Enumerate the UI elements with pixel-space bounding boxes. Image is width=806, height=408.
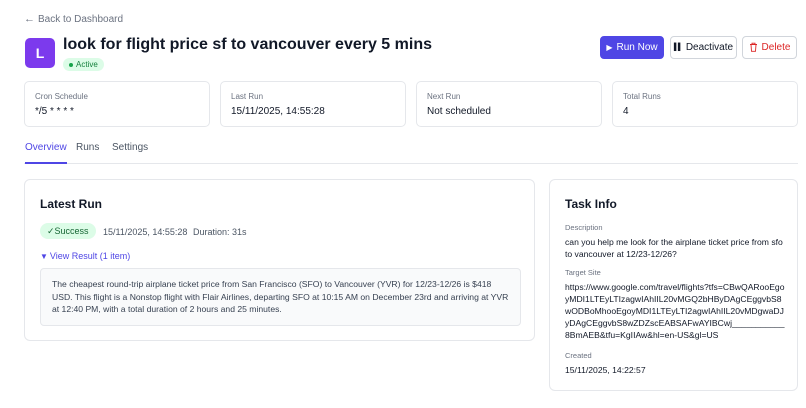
task-info-title: Task Info xyxy=(565,197,617,211)
stat-last-run: Last Run 15/11/2025, 14:55:28 xyxy=(220,81,406,127)
target-site-value: https://www.google.com/travel/flights?tf… xyxy=(565,282,785,340)
stat-value: 15/11/2025, 14:55:28 xyxy=(231,106,325,117)
run-result-text: The cheapest round-trip airplane ticket … xyxy=(40,268,521,326)
page-title: look for flight price sf to vancouver ev… xyxy=(63,36,432,53)
play-icon: ▶ xyxy=(606,43,613,52)
view-result-label: View Result (1 item) xyxy=(49,251,131,261)
delete-label: Delete xyxy=(761,42,791,53)
caret-down-icon: ▼ xyxy=(40,251,48,261)
stat-label: Last Run xyxy=(231,92,264,101)
stat-cron-schedule: Cron Schedule */5 * * * * xyxy=(24,81,210,127)
tab-settings[interactable]: Settings xyxy=(112,142,148,164)
back-to-dashboard-link[interactable]: ← Back to Dashboard xyxy=(24,13,123,25)
run-status-badge: ✓Success xyxy=(40,223,96,239)
back-label: Back to Dashboard xyxy=(38,13,124,25)
run-now-button[interactable]: ▶ Run Now xyxy=(600,36,664,59)
target-site-label: Target Site xyxy=(565,268,601,277)
status-badge: Active xyxy=(63,58,104,71)
deactivate-label: Deactivate xyxy=(685,42,734,53)
trash-icon xyxy=(749,42,758,54)
status-label: Active xyxy=(76,60,98,69)
run-timestamp: 15/11/2025, 14:55:28 xyxy=(103,227,188,237)
latest-run-card: Latest Run ✓Success 15/11/2025, 14:55:28… xyxy=(24,179,535,341)
status-dot-icon xyxy=(69,62,73,67)
description-label: Description xyxy=(565,223,603,232)
latest-run-title: Latest Run xyxy=(40,197,103,211)
view-result-toggle[interactable]: ▼ View Result (1 item) xyxy=(40,251,130,261)
tab-bar: Overview Runs Settings xyxy=(24,142,798,164)
stat-label: Total Runs xyxy=(623,92,661,101)
task-avatar: L xyxy=(25,38,55,68)
stat-label: Next Run xyxy=(427,92,461,101)
delete-button[interactable]: Delete xyxy=(742,36,797,59)
pause-icon: ▌▌ xyxy=(673,44,683,51)
arrow-left-icon: ← xyxy=(24,13,35,25)
task-info-card: Task Info Description can you help me lo… xyxy=(549,179,798,391)
run-duration: Duration: 31s xyxy=(193,227,247,237)
deactivate-button[interactable]: ▌▌ Deactivate xyxy=(670,36,737,59)
stat-next-run: Next Run Not scheduled xyxy=(416,81,602,127)
created-value: 15/11/2025, 14:22:57 xyxy=(565,365,646,375)
description-value: can you help me look for the airplane ti… xyxy=(565,237,783,259)
stat-value: Not scheduled xyxy=(427,106,491,117)
stat-value: */5 * * * * xyxy=(35,106,74,117)
run-now-label: Run Now xyxy=(616,42,658,53)
stat-label: Cron Schedule xyxy=(35,92,88,101)
created-label: Created xyxy=(565,351,592,360)
stat-total-runs: Total Runs 4 xyxy=(612,81,798,127)
tab-runs[interactable]: Runs xyxy=(76,142,99,164)
stat-value: 4 xyxy=(623,106,629,117)
tab-overview[interactable]: Overview xyxy=(25,142,67,164)
